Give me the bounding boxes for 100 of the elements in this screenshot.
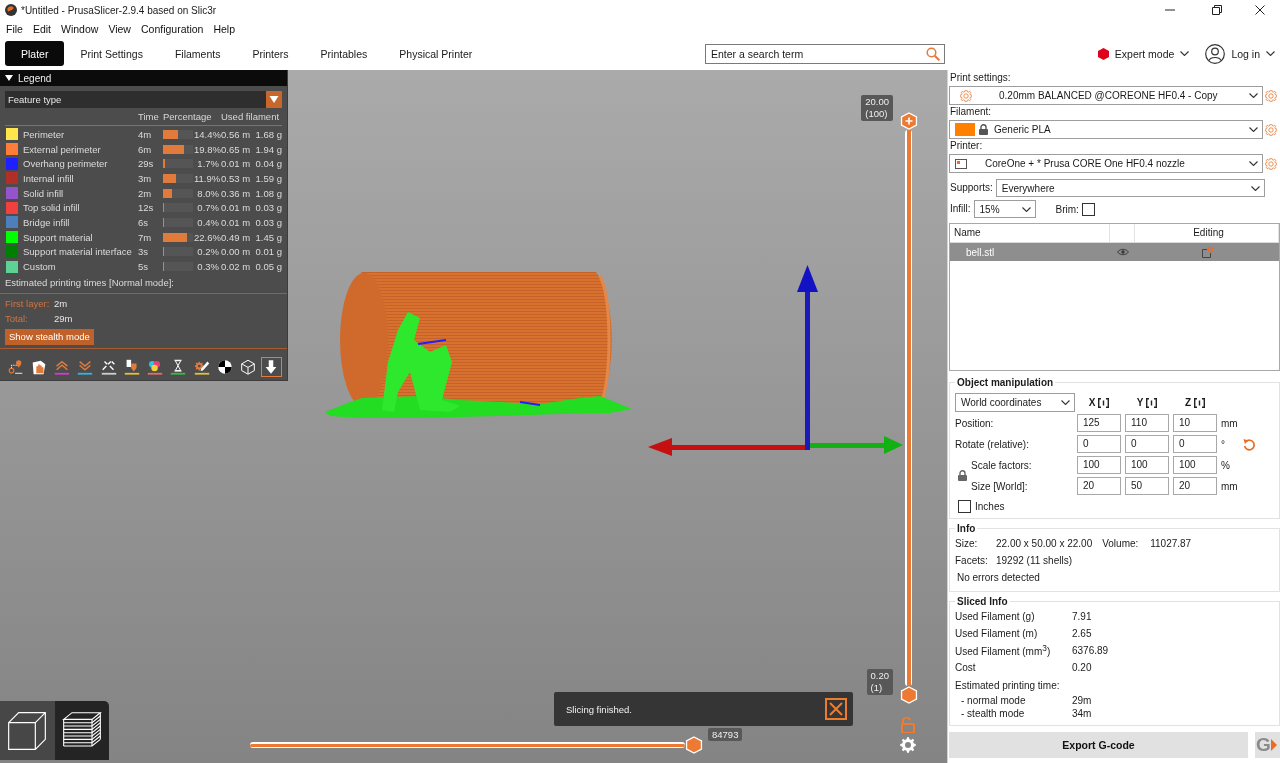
tab[interactable]: Filaments: [158, 41, 237, 66]
info-value: 6376.89: [1072, 645, 1109, 656]
export-gcode-button[interactable]: Export G-code: [949, 732, 1248, 758]
tab[interactable]: Printers: [236, 41, 305, 66]
feature-weight: 1.08 g: [254, 187, 282, 199]
info-value: 2.65: [1072, 628, 1092, 639]
info-label: Size:: [955, 538, 979, 549]
eye-icon[interactable]: [1116, 248, 1129, 256]
axis-label: X: [1088, 397, 1096, 408]
time-value: 2m: [54, 297, 69, 309]
field-label: Filament:: [949, 105, 993, 119]
infill-dropdown[interactable]: 15%: [973, 200, 1036, 218]
search-field[interactable]: Enter a search term: [705, 43, 945, 64]
menu-item[interactable]: File: [1, 20, 28, 37]
menu-item[interactable]: Edit: [27, 20, 56, 37]
stealth-mode-button[interactable]: Show stealth mode: [5, 328, 94, 345]
info-label: Used Filament (g): [955, 611, 1036, 622]
feature-name: Custom: [22, 261, 57, 273]
number-field[interactable]: 125: [1077, 414, 1121, 432]
info-value: 11027.87: [1150, 538, 1192, 549]
number-field[interactable]: 20: [1077, 477, 1121, 495]
route-icon: [6, 357, 25, 376]
tab[interactable]: Physical Printer: [383, 41, 489, 66]
feature-weight: 0.01 g: [254, 246, 282, 258]
feature-name: Overhang perimeter: [22, 158, 109, 170]
feature-time: 3s: [137, 246, 150, 258]
info-value: 29m: [1072, 695, 1092, 706]
feature-percentage: 11.9%: [193, 172, 219, 184]
info-label: Used Filament (mm$^{3}$): [955, 643, 1052, 658]
chevron-down-icon: [1180, 51, 1190, 56]
preview-button[interactable]: [54, 701, 109, 760]
edit-icon[interactable]: [1201, 246, 1213, 258]
app-logo-icon: [5, 4, 17, 16]
number-field[interactable]: 0: [1125, 435, 1169, 453]
lock-icon: [979, 124, 988, 135]
chevron-down-icon: [1266, 51, 1275, 56]
menu-item[interactable]: Configuration: [135, 20, 209, 37]
feature-time: 7m: [137, 231, 153, 243]
notification-text: Slicing finished.: [566, 703, 632, 715]
column-header: Percentage: [162, 111, 213, 122]
time-value: 29m: [54, 312, 74, 324]
field-label: Brim:: [1055, 203, 1079, 215]
checkbox-label: Inches: [975, 501, 1005, 512]
chevron-down-icon: [1021, 206, 1031, 212]
view-type-dropdown[interactable]: Feature type: [5, 91, 282, 108]
menu-item[interactable]: Window: [56, 20, 104, 37]
group-title: Info: [955, 522, 978, 535]
number-field[interactable]: 0: [1077, 435, 1121, 453]
reset-arrow-icon[interactable]: [1243, 437, 1255, 451]
number-field[interactable]: 0: [1173, 435, 1217, 453]
chevron-down-icon: [1061, 400, 1070, 405]
unit-label: mm: [1220, 417, 1239, 429]
mode-dropdown[interactable]: Expert mode: [1097, 47, 1190, 60]
feature-time: 6m: [137, 143, 153, 155]
close-button[interactable]: [825, 698, 847, 720]
tab[interactable]: Print Settings: [64, 41, 159, 66]
upper-thumb[interactable]: [900, 112, 917, 130]
number-field[interactable]: 100: [1077, 456, 1121, 474]
cube-icon: [7, 710, 48, 751]
number-field[interactable]: 50: [1125, 477, 1169, 495]
column-header: Used filament: [220, 111, 281, 122]
inches-checkbox[interactable]: [958, 500, 971, 513]
number-field[interactable]: 100: [1125, 456, 1169, 474]
tab[interactable]: Printables: [304, 41, 384, 66]
coordinates-dropdown[interactable]: World coordinates: [955, 393, 1075, 412]
object-name: bell.stl: [965, 246, 996, 258]
login-button[interactable]: Log in: [1205, 43, 1275, 64]
number-field[interactable]: 100: [1173, 456, 1217, 474]
lower-thumb[interactable]: [900, 686, 917, 704]
expand-triangle-icon[interactable]: [5, 74, 13, 82]
menu-item[interactable]: Help: [208, 20, 241, 37]
3d-view-button[interactable]: [0, 701, 55, 760]
filament-dropdown[interactable]: Generic PLA: [949, 120, 1263, 139]
feature-percentage: 0.7%: [196, 202, 219, 214]
move-value: 84793: [708, 728, 743, 741]
column-header: Time: [137, 111, 160, 122]
hourglass-icon: [169, 357, 188, 376]
move-slider-thumb[interactable]: [685, 736, 703, 754]
feature-time: 5s: [137, 261, 150, 273]
tab[interactable]: Plater: [5, 41, 65, 66]
menu-item[interactable]: View: [103, 20, 136, 37]
feature-name: Support material interface: [22, 246, 133, 258]
supports-dropdown[interactable]: Everywhere: [995, 179, 1265, 197]
feature-length: 0.01 m: [220, 216, 252, 228]
view-option-button[interactable]: [260, 356, 282, 377]
brim-checkbox[interactable]: [1081, 202, 1095, 216]
group-title: Sliced Info: [955, 595, 1010, 608]
info-label: Volume:: [1102, 538, 1140, 549]
cog-icon[interactable]: [900, 737, 916, 753]
number-field[interactable]: 110: [1125, 414, 1169, 432]
bracket-icon[interactable]: [1194, 397, 1206, 408]
info-label: - stealth mode: [961, 708, 1026, 719]
feature-name: Support material: [22, 231, 94, 243]
number-field[interactable]: 10: [1173, 414, 1217, 432]
print-settings-dropdown[interactable]: 0.20mm BALANCED @COREONE HF0.4 - Copy: [949, 86, 1263, 105]
layer-height: 20.00: [865, 96, 889, 108]
bracket-icon[interactable]: [1098, 397, 1110, 408]
printer-dropdown[interactable]: CoreOne + * Prusa CORE One HF0.4 nozzle: [949, 154, 1263, 173]
bracket-icon[interactable]: [1146, 397, 1158, 408]
number-field[interactable]: 20: [1173, 477, 1217, 495]
